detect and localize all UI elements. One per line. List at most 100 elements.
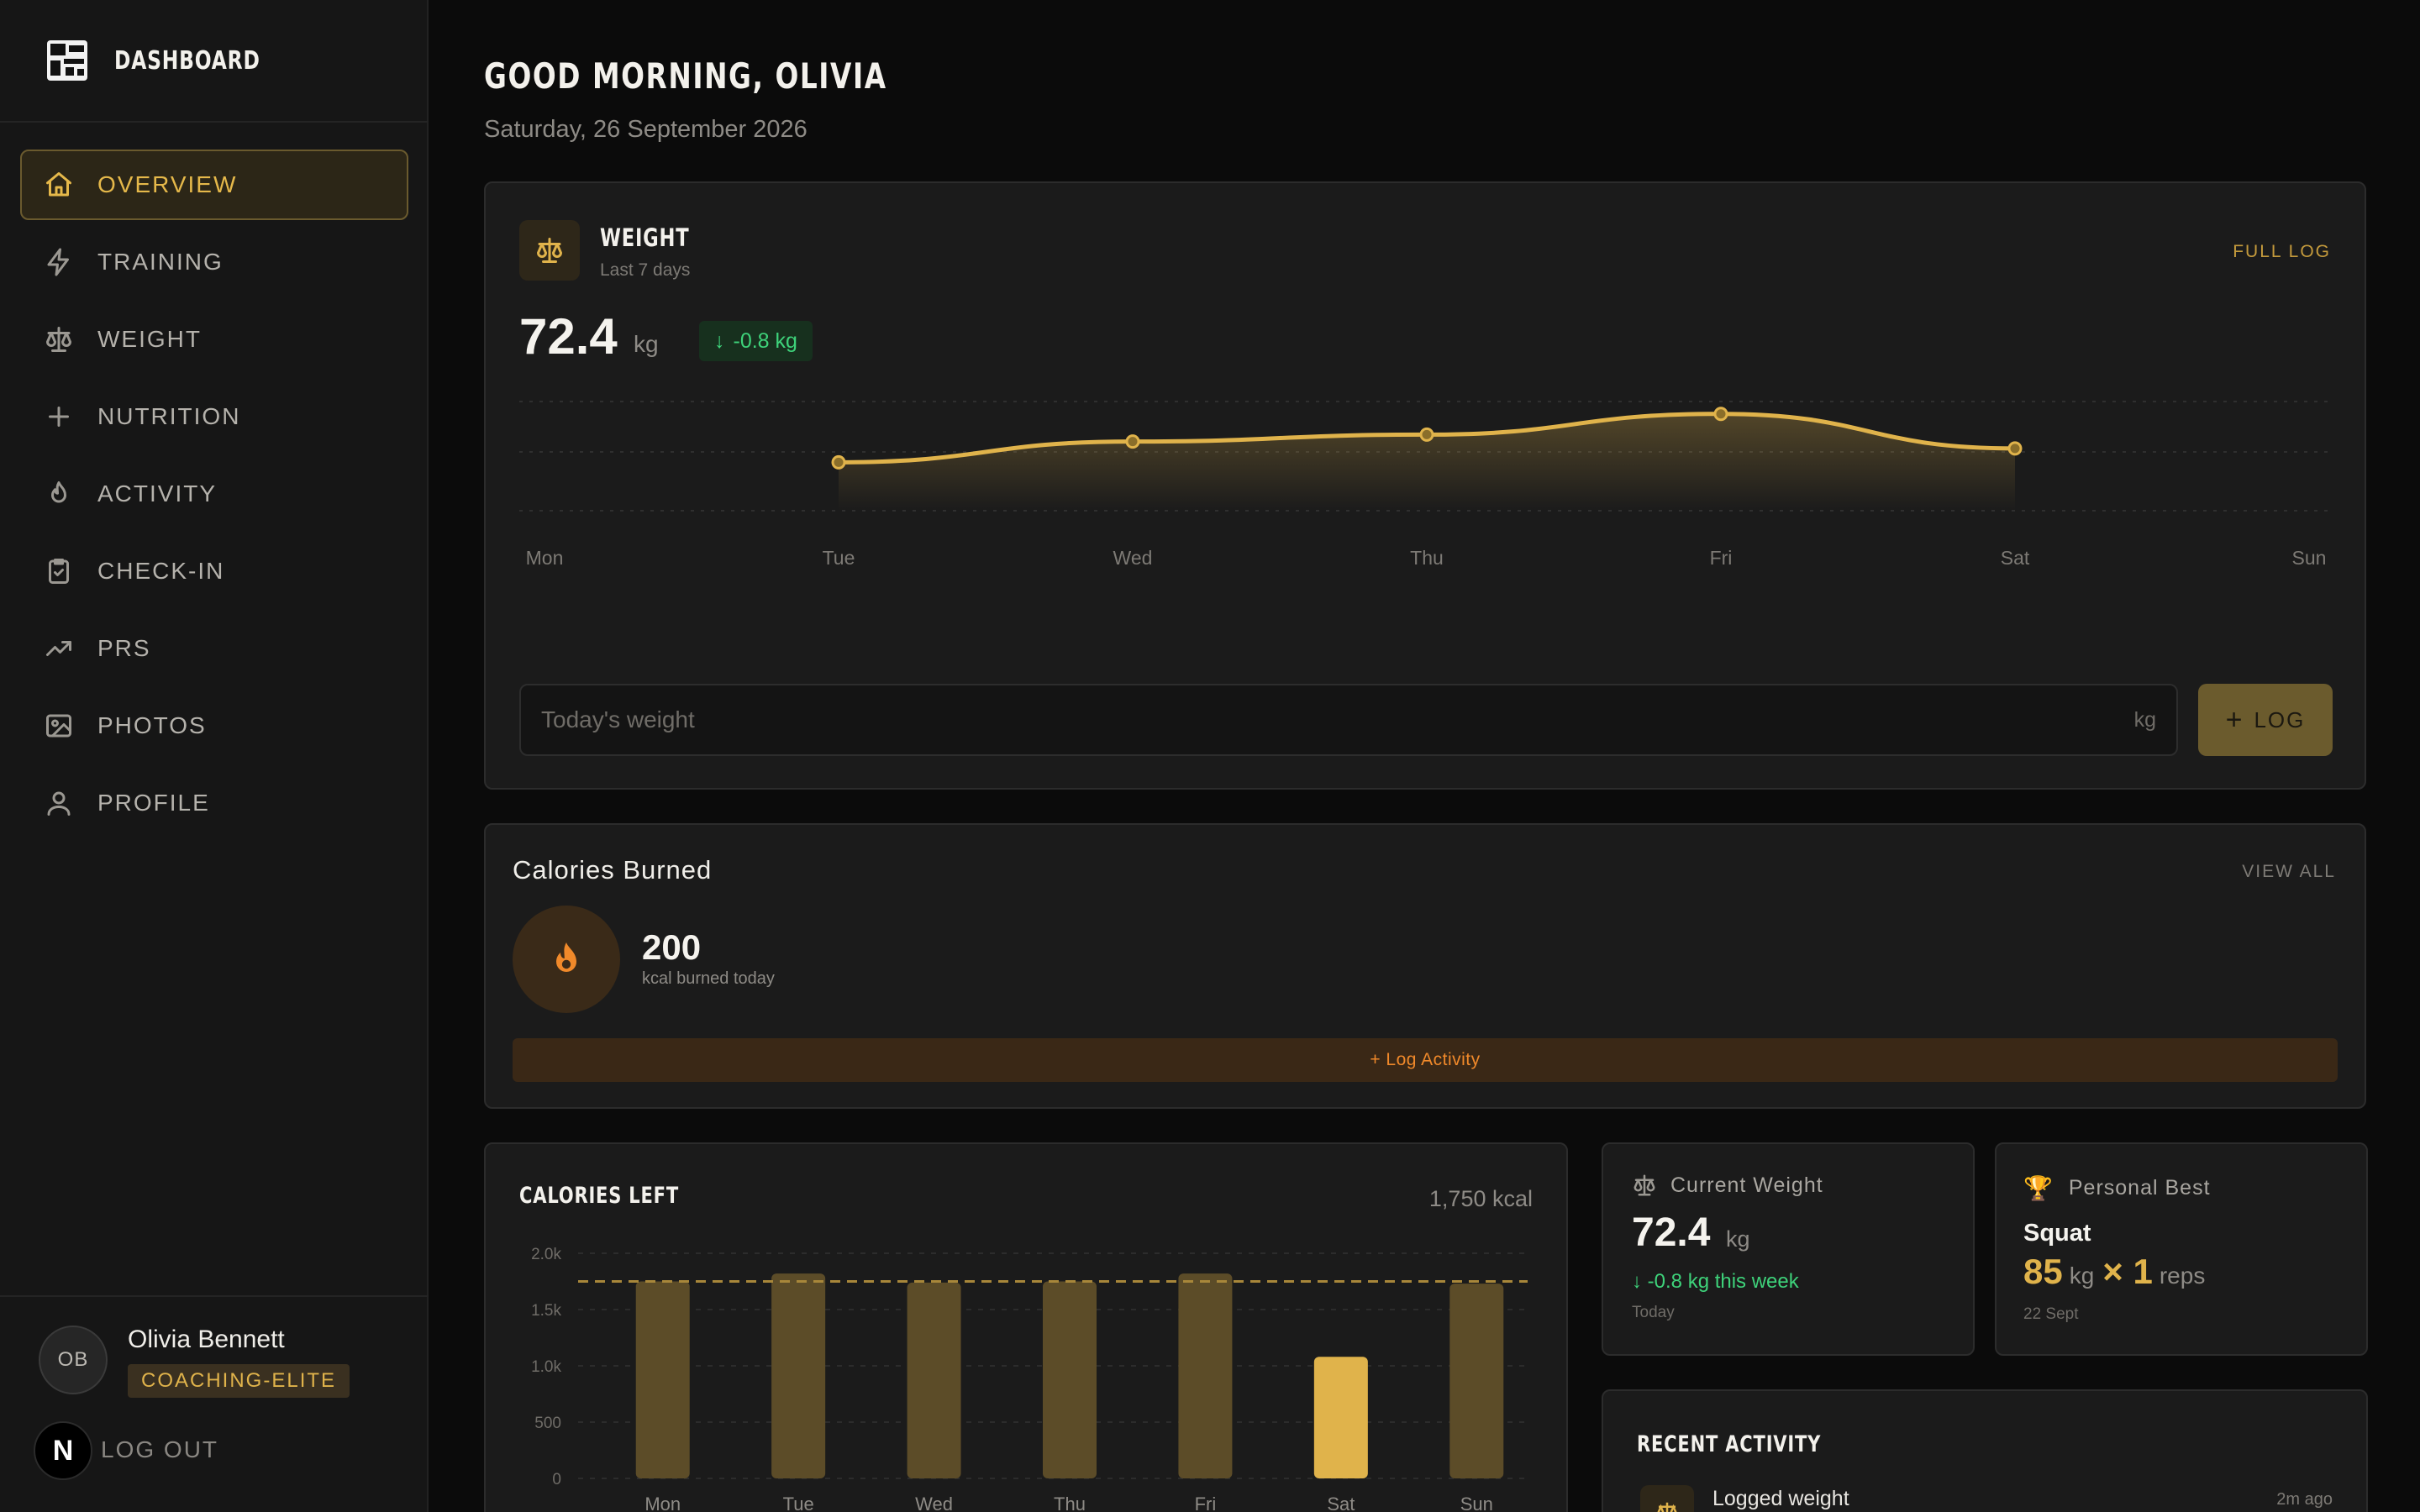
calorie-bar [635, 1281, 690, 1478]
x-tick-label: Thu [1054, 1494, 1086, 1512]
sidebar-item-label: PRS [97, 635, 151, 661]
x-tick-label: Mon [526, 547, 564, 569]
personal-best-header: 🏆 Personal Best [2023, 1174, 2211, 1202]
weight-point [1419, 427, 1434, 442]
x-tick-label: Tue [783, 1494, 814, 1512]
sidebar-item-label: NUTRITION [97, 403, 241, 429]
weight-delta-badge: ↓ -0.8 kg [699, 321, 813, 361]
weight-card-title: WEIGHT [600, 223, 690, 252]
today-weight-unit: kg [2133, 707, 2156, 732]
sidebar-divider [0, 121, 429, 123]
y-tick-label: 0 [552, 1471, 561, 1488]
user-icon [47, 791, 71, 816]
x-tick-label: Mon [644, 1494, 681, 1512]
view-all-link[interactable]: VIEW ALL [2242, 862, 2336, 882]
home-icon [46, 172, 71, 197]
plus-icon: + [2225, 703, 2244, 736]
calorie-bar [1449, 1284, 1504, 1478]
sidebar-item-label: CHECK-IN [97, 558, 225, 584]
scale-icon [46, 327, 71, 352]
calorie-bar [1043, 1281, 1097, 1478]
sidebar-nav: OVERVIEW TRAINING WEIGHT NUTRITION ACTIV… [20, 150, 408, 845]
sidebar-divider [0, 1295, 429, 1297]
scale-icon [1634, 1174, 1655, 1196]
sidebar-item-photos[interactable]: PHOTOS [20, 690, 408, 761]
weight-card: WEIGHT Last 7 days FULL LOG 72.4 kg ↓ -0… [484, 181, 2366, 790]
sidebar-item-weight[interactable]: WEIGHT [20, 304, 408, 375]
sidebar-item-profile[interactable]: PROFILE [20, 768, 408, 838]
logout-badge[interactable]: N [34, 1421, 92, 1480]
arrow-down-icon: ↓ [714, 328, 725, 353]
activity-item-icon [1640, 1485, 1694, 1512]
x-tick-label: Sun [2292, 547, 2327, 569]
flame-icon [51, 481, 66, 503]
y-tick-label: 2.0k [531, 1246, 561, 1263]
sidebar-item-label: TRAINING [97, 249, 224, 275]
log-weight-label: LOG [2254, 706, 2306, 732]
personal-best-unit: kg [2069, 1263, 2095, 1289]
page-date: Saturday, 26 September 2026 [484, 116, 808, 143]
weight-unit: kg [634, 331, 659, 357]
sidebar-item-label: WEIGHT [97, 326, 202, 352]
calorie-bar [1313, 1357, 1368, 1478]
x-tick-label: Thu [1410, 547, 1444, 569]
flame-icon [556, 942, 576, 972]
weight-value: 72.4 [519, 308, 618, 365]
sidebar-item-activity[interactable]: ACTIVITY [20, 459, 408, 529]
personal-best-exercise: Squat [2023, 1220, 2091, 1247]
sidebar-item-label: OVERVIEW [97, 171, 238, 197]
x-tick-label: Sat [2001, 547, 2030, 569]
trending-up-icon [46, 641, 71, 656]
personal-best-reps: × 1 [2102, 1252, 2153, 1291]
sidebar-item-label: PROFILE [97, 790, 210, 816]
current-weight-delta: ↓ -0.8 kg this week [1632, 1270, 1799, 1294]
calories-burned-value: 200 [642, 927, 702, 967]
plus-icon [49, 407, 69, 427]
x-tick-label: Wed [1113, 547, 1153, 569]
sidebar: DASHBOARD OVERVIEW TRAINING WEIGHT NUTRI… [0, 0, 429, 1512]
flame-badge [513, 906, 620, 1013]
sidebar-item-prs[interactable]: PRS [20, 613, 408, 684]
calorie-bar [907, 1282, 961, 1478]
current-weight-header: Current Weight [1632, 1173, 1823, 1198]
sidebar-item-nutrition[interactable]: NUTRITION [20, 381, 408, 452]
personal-best-title: Personal Best [2068, 1176, 2211, 1200]
user-name: Olivia Bennett [128, 1326, 285, 1353]
calories-left-value: 1,750 kcal [1428, 1186, 1533, 1211]
current-weight-card: Current Weight 72.4 kg ↓ -0.8 kg this we… [1602, 1142, 1975, 1356]
sidebar-item-overview[interactable]: OVERVIEW [20, 150, 408, 220]
weight-point [1713, 407, 1728, 422]
personal-best-record: 85 kg × 1 reps [2023, 1252, 2213, 1292]
today-weight-input[interactable] [541, 706, 2134, 733]
activity-item-time: 2m ago [2276, 1490, 2333, 1509]
activity-item-text[interactable]: Logged weight [1712, 1487, 1849, 1511]
calories-burned-title: Calories Burned [513, 855, 713, 885]
current-weight-delta-text: -0.8 kg this week [1647, 1270, 1799, 1293]
full-log-link[interactable]: FULL LOG [2233, 242, 2331, 262]
trophy-icon: 🏆 [2023, 1175, 2054, 1201]
sidebar-item-label: ACTIVITY [97, 480, 218, 507]
arrow-down-icon: ↓ [1632, 1270, 1648, 1293]
weight-line-chart: Mon Tue Wed Thu Fri Sat Sun [519, 401, 2334, 569]
recent-activity-card: RECENT ACTIVITY Logged weight 2m ago [1602, 1389, 2368, 1512]
image-icon [46, 714, 71, 738]
sidebar-item-training[interactable]: TRAINING [20, 227, 408, 297]
brand-title: DASHBOARD [114, 45, 260, 76]
personal-best-weight: 85 [2023, 1252, 2063, 1291]
log-weight-button[interactable]: + LOG [2198, 684, 2333, 756]
log-activity-button[interactable]: + Log Activity [513, 1038, 2338, 1082]
brand[interactable]: DASHBOARD [47, 40, 302, 81]
weight-point [2007, 441, 2023, 456]
x-tick-label: Wed [915, 1494, 953, 1512]
sidebar-item-check-in[interactable]: CHECK-IN [20, 536, 408, 606]
today-weight-field[interactable]: kg [519, 684, 2178, 756]
recent-activity-title: RECENT ACTIVITY [1637, 1431, 1822, 1457]
logout-button[interactable]: LOG OUT [101, 1436, 218, 1463]
weight-point [1125, 434, 1140, 449]
current-weight-value: 72.4 [1632, 1210, 1711, 1255]
x-tick-label: Sun [1460, 1494, 1493, 1512]
avatar[interactable]: OB [39, 1326, 108, 1394]
x-tick-label: Sat [1327, 1494, 1355, 1512]
weight-card-subtitle: Last 7 days [600, 260, 691, 280]
calories-burned-subtitle: kcal burned today [642, 969, 775, 988]
